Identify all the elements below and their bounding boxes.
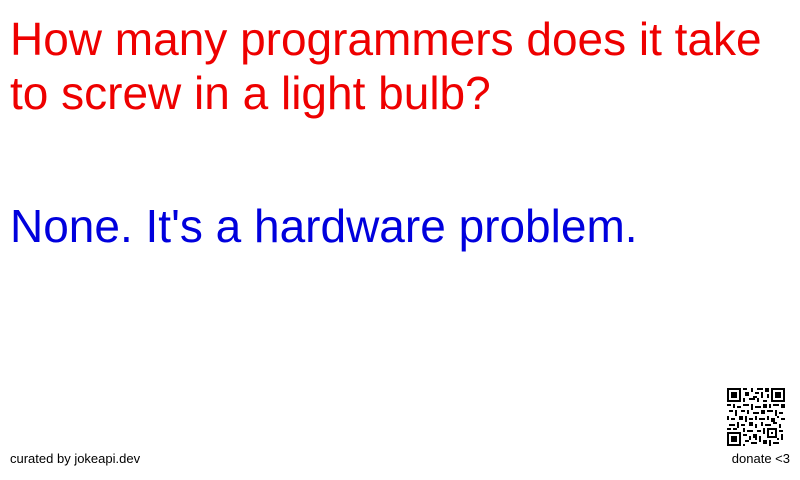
- credit-text: curated by jokeapi.dev: [10, 451, 141, 466]
- joke-punchline: None. It's a hardware problem.: [10, 200, 638, 252]
- joke-setup: How many programmers does it take to scr…: [10, 13, 762, 119]
- donate-link[interactable]: donate <3: [732, 451, 790, 467]
- qr-code-icon[interactable]: [727, 388, 785, 446]
